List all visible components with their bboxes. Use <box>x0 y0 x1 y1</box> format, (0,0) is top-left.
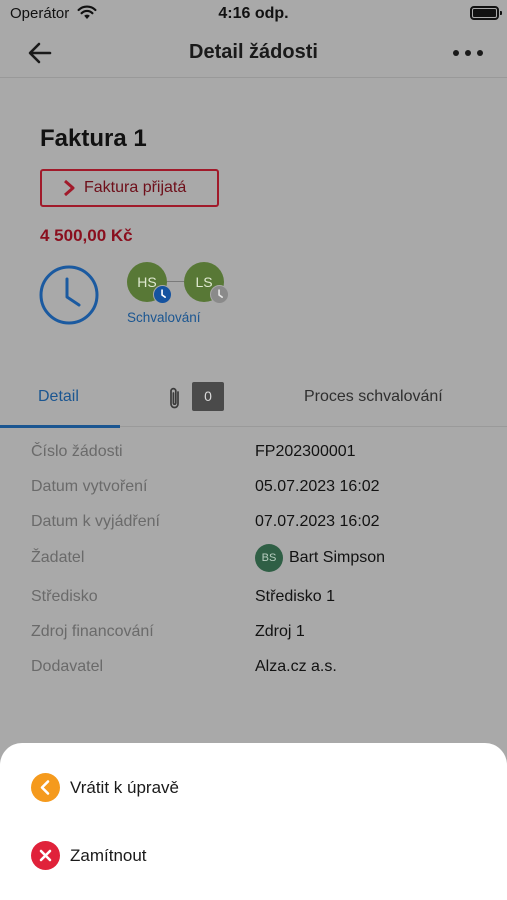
detail-row-due-date: Datum k vyjádření 07.07.2023 16:02 <box>0 507 507 537</box>
tab-detail[interactable]: Detail <box>0 369 120 428</box>
waiting-clock-icon <box>210 285 229 304</box>
detail-value: FP202300001 <box>255 443 356 460</box>
detail-key: Středisko <box>31 588 98 605</box>
detail-key: Datum vytvoření <box>31 478 148 495</box>
detail-value: Zdroj 1 <box>255 623 305 640</box>
tab-detail-label: Detail <box>38 388 79 405</box>
active-tab-indicator <box>0 425 120 428</box>
tab-approval-process-label: Proces schvalování <box>304 388 443 405</box>
detail-key: Dodavatel <box>31 658 104 675</box>
reject-button[interactable]: Zamítnout <box>0 831 507 881</box>
chevron-left-icon <box>31 773 60 802</box>
clock-icon <box>39 265 99 325</box>
page-title: Detail žádosti <box>189 41 318 63</box>
detail-key: Datum k vyjádření <box>31 513 160 530</box>
detail-value: 07.07.2023 16:02 <box>255 513 380 530</box>
action-sheet: Vrátit k úpravě Zamítnout <box>0 743 507 900</box>
pending-clock-icon <box>153 285 172 304</box>
more-options-icon[interactable] <box>450 40 486 66</box>
detail-row-supplier: Dodavatel Alza.cz a.s. <box>0 652 507 682</box>
requester-avatar: BS <box>255 544 283 572</box>
detail-row-created: Datum vytvoření 05.07.2023 16:02 <box>0 472 507 502</box>
paperclip-icon <box>170 387 179 409</box>
request-header: Faktura 1 Faktura přijatá 4 500,00 Kč HS… <box>0 79 507 369</box>
detail-key: Žadatel <box>31 549 85 566</box>
detail-key: Zdroj financování <box>31 623 154 640</box>
status-bar: Operátor 4:16 odp. <box>0 0 507 28</box>
approval-workflow[interactable]: HS LS Schvalování <box>127 262 229 332</box>
detail-value: Středisko 1 <box>255 588 336 605</box>
request-status-button[interactable]: Faktura přijatá <box>40 169 219 207</box>
detail-value: Alza.cz a.s. <box>255 658 337 675</box>
navigation-bar: Detail žádosti <box>0 28 507 78</box>
approver-connector <box>167 281 184 282</box>
detail-row-funding-source: Zdroj financování Zdroj 1 <box>0 617 507 647</box>
attachments-count-badge: 0 <box>192 382 224 411</box>
reject-label: Zamítnout <box>70 846 147 865</box>
tab-approval-process[interactable]: Proces schvalování <box>270 369 490 427</box>
clock-time: 4:16 odp. <box>218 5 289 22</box>
tab-bar: Detail 0 Proces schvalování <box>0 369 507 428</box>
detail-row-requester: Žadatel BS Bart Simpson <box>0 543 507 573</box>
detail-key: Číslo žádosti <box>31 443 123 460</box>
request-name: Faktura 1 <box>40 125 147 152</box>
detail-row-cost-center: Středisko Středisko 1 <box>0 582 507 612</box>
detail-row-request-number: Číslo žádosti FP202300001 <box>0 437 507 467</box>
detail-value: Bart Simpson <box>289 549 386 566</box>
chevron-right-icon <box>64 179 75 197</box>
request-amount: 4 500,00 Kč <box>40 226 133 245</box>
close-icon <box>31 841 60 870</box>
approval-label: Schvalování <box>127 310 201 325</box>
return-for-edit-button[interactable]: Vrátit k úpravě <box>0 763 507 813</box>
battery-icon <box>470 6 502 20</box>
return-for-edit-label: Vrátit k úpravě <box>70 778 179 797</box>
request-status-label: Faktura přijatá <box>84 179 187 196</box>
tab-attachments[interactable]: 0 <box>160 381 230 413</box>
detail-value: 05.07.2023 16:02 <box>255 478 380 495</box>
